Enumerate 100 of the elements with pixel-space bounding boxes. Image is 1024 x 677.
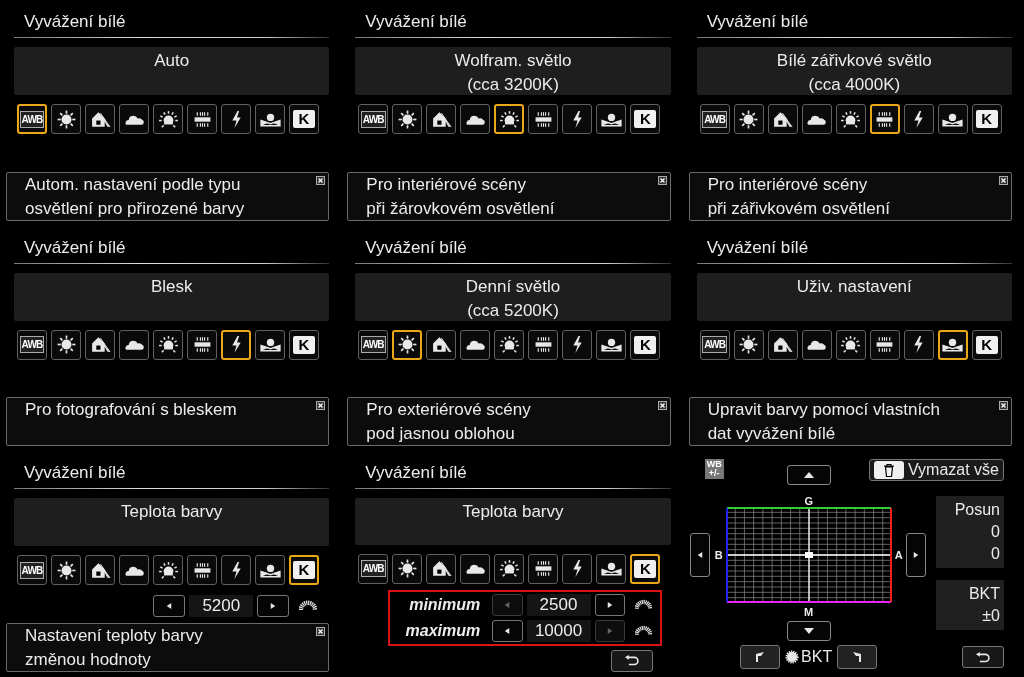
wb-mode-button[interactable] bbox=[937, 329, 968, 360]
wb-mode-button[interactable]: AWB bbox=[358, 553, 389, 584]
wb-mode-button[interactable] bbox=[733, 104, 764, 134]
range-label: maximum bbox=[404, 621, 481, 640]
wb-mode-button[interactable]: AWB bbox=[17, 555, 47, 586]
wb-mode-button[interactable] bbox=[255, 104, 285, 134]
wb-mode-button[interactable] bbox=[562, 329, 593, 360]
wb-mode-button[interactable]: K bbox=[971, 104, 1002, 134]
wb-mode-button[interactable] bbox=[119, 104, 149, 134]
back-button[interactable] bbox=[610, 649, 653, 672]
wb-mode-button[interactable] bbox=[596, 329, 627, 360]
wb-mode-button[interactable]: AWB bbox=[699, 329, 730, 360]
return-arrow-icon bbox=[975, 651, 991, 663]
wb-mode-button[interactable] bbox=[767, 104, 798, 134]
wb-mode-button[interactable] bbox=[903, 329, 934, 360]
wb-mode-button[interactable] bbox=[460, 329, 491, 360]
close-icon[interactable] bbox=[316, 175, 326, 185]
dial-icon bbox=[299, 600, 318, 612]
close-icon[interactable] bbox=[316, 626, 326, 636]
wb-mode-button[interactable] bbox=[460, 553, 491, 584]
wb-mode-button[interactable] bbox=[153, 555, 183, 586]
wb-mode-button[interactable]: K bbox=[289, 329, 319, 360]
color-shift-grid[interactable] bbox=[725, 507, 892, 604]
wb-mode-button[interactable] bbox=[426, 329, 457, 360]
wb-mode-button[interactable] bbox=[392, 104, 423, 134]
right-button[interactable] bbox=[905, 533, 926, 578]
wb-mode-button[interactable] bbox=[85, 329, 115, 360]
wb-mode-button[interactable]: AWB bbox=[17, 329, 47, 360]
wb-mode-button[interactable]: AWB bbox=[17, 104, 47, 134]
wb-mode-button[interactable] bbox=[85, 555, 115, 586]
wb-mode-button[interactable] bbox=[255, 555, 285, 586]
close-icon[interactable] bbox=[657, 175, 667, 185]
wb-mode-button[interactable] bbox=[187, 104, 217, 134]
wb-mode-button[interactable] bbox=[153, 104, 183, 134]
wb-mode-button[interactable] bbox=[221, 329, 251, 360]
wb-mode-button[interactable] bbox=[392, 553, 423, 584]
close-icon[interactable] bbox=[316, 401, 326, 411]
left-button[interactable] bbox=[689, 533, 710, 578]
wb-mode-button[interactable] bbox=[119, 555, 149, 586]
wb-mode-button[interactable] bbox=[562, 553, 593, 584]
wb-mode-button[interactable] bbox=[494, 329, 525, 360]
wb-mode-button[interactable] bbox=[528, 553, 559, 584]
wb-mode-button[interactable] bbox=[903, 104, 934, 134]
wb-mode-button[interactable] bbox=[528, 329, 559, 360]
wb-mode-button[interactable]: K bbox=[289, 104, 319, 134]
bracket-right-button[interactable] bbox=[837, 645, 878, 670]
wb-mode-button[interactable] bbox=[835, 329, 866, 360]
wb-mode-button[interactable] bbox=[528, 104, 559, 134]
wb-mode-button[interactable] bbox=[596, 553, 627, 584]
clear-all-button[interactable]: Vymazat vše bbox=[869, 459, 1004, 482]
wb-mode-button[interactable] bbox=[801, 104, 832, 134]
wb-mode-button[interactable] bbox=[869, 104, 900, 134]
wb-mode-button[interactable] bbox=[187, 555, 217, 586]
wb-mode-button[interactable] bbox=[733, 329, 764, 360]
close-icon[interactable] bbox=[999, 175, 1008, 185]
wb-mode-button[interactable] bbox=[51, 104, 81, 134]
wb-mode-button[interactable] bbox=[221, 104, 251, 134]
wb-mode-button[interactable] bbox=[869, 329, 900, 360]
wb-mode-button[interactable] bbox=[767, 329, 798, 360]
decrease-button[interactable] bbox=[492, 619, 523, 642]
decrease-button[interactable] bbox=[153, 595, 186, 617]
wb-mode-button[interactable]: K bbox=[971, 329, 1002, 360]
wb-mode-button[interactable] bbox=[460, 104, 491, 134]
mode-name-panel: Bílé zářivkové světlo (cca 4000K) bbox=[696, 47, 1012, 95]
wb-mode-button[interactable] bbox=[85, 104, 115, 134]
increase-button[interactable] bbox=[594, 593, 625, 616]
wb-mode-button[interactable]: K bbox=[630, 104, 661, 134]
left-arrow-icon bbox=[166, 602, 173, 610]
wb-mode-button[interactable] bbox=[426, 553, 457, 584]
back-button[interactable] bbox=[962, 646, 1004, 669]
down-button[interactable] bbox=[786, 621, 831, 642]
increase-button[interactable] bbox=[257, 595, 290, 617]
wb-mode-button[interactable]: AWB bbox=[358, 329, 389, 360]
up-button[interactable] bbox=[786, 465, 831, 486]
wb-mode-button[interactable] bbox=[596, 104, 627, 134]
wb-mode-button[interactable] bbox=[494, 104, 525, 134]
wb-mode-button[interactable] bbox=[562, 104, 593, 134]
wb-mode-button[interactable] bbox=[221, 555, 251, 586]
left-arrow-icon bbox=[504, 600, 511, 609]
wb-mode-button[interactable] bbox=[801, 329, 832, 360]
wb-mode-button[interactable] bbox=[187, 329, 217, 360]
wb-mode-button[interactable] bbox=[937, 104, 968, 134]
wb-mode-button[interactable] bbox=[51, 555, 81, 586]
wb-mode-button[interactable]: AWB bbox=[699, 104, 730, 134]
close-icon[interactable] bbox=[657, 401, 667, 411]
dial-icon bbox=[785, 650, 800, 665]
wb-mode-button[interactable] bbox=[494, 553, 525, 584]
wb-mode-button[interactable]: K bbox=[630, 553, 661, 584]
wb-mode-button[interactable] bbox=[392, 329, 423, 360]
bracket-left-button[interactable] bbox=[740, 645, 781, 670]
wb-mode-button[interactable] bbox=[119, 329, 149, 360]
wb-mode-button[interactable] bbox=[426, 104, 457, 134]
close-icon[interactable] bbox=[999, 401, 1008, 411]
wb-mode-button[interactable] bbox=[153, 329, 183, 360]
wb-mode-button[interactable] bbox=[51, 329, 81, 360]
wb-mode-button[interactable]: K bbox=[630, 329, 661, 360]
wb-mode-button[interactable]: AWB bbox=[358, 104, 389, 134]
wb-mode-button[interactable] bbox=[255, 329, 285, 360]
wb-mode-button[interactable] bbox=[835, 104, 866, 134]
wb-mode-button[interactable]: K bbox=[289, 555, 319, 586]
